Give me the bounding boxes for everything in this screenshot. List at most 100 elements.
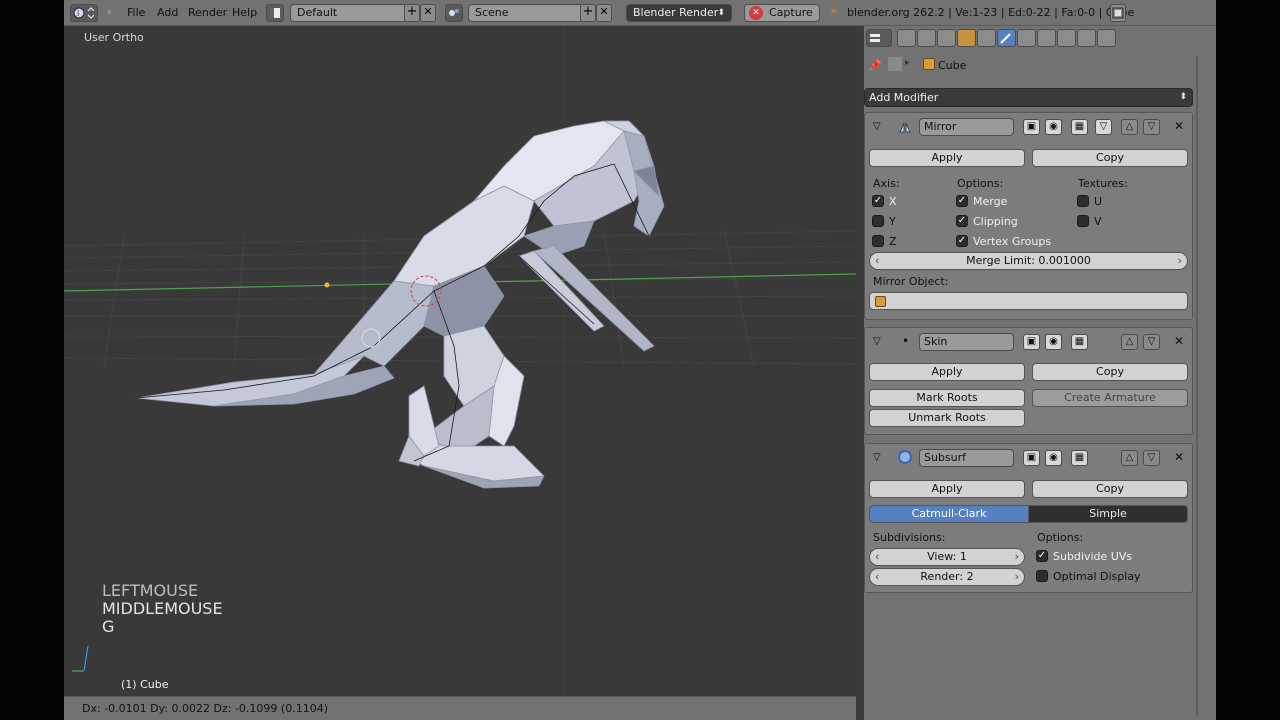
mirror-options-label: Options: <box>957 177 1004 190</box>
tab-scene-icon[interactable] <box>917 29 936 47</box>
svg-text:i: i <box>77 9 79 18</box>
subsurf-viewport-toggle-icon[interactable]: ◉ <box>1045 450 1062 466</box>
mirror-copy-button[interactable]: Copy <box>1032 149 1188 167</box>
subsurf-render-toggle-icon[interactable]: ▣ <box>1023 450 1040 466</box>
mirror-name-field[interactable]: Mirror <box>919 118 1014 136</box>
skin-viewport-toggle-icon[interactable]: ◉ <box>1045 334 1062 350</box>
mirror-merge-limit-field[interactable]: Merge Limit: 0.001000 <box>869 252 1188 270</box>
create-armature-button[interactable]: Create Armature <box>1032 389 1188 407</box>
screen-layout-field[interactable]: Default <box>290 4 408 22</box>
subsurf-modifier-panel: ▽ Subsurf ▣ ◉ ▦ △ ▽ ✕ Apply Copy Catmull… <box>864 443 1193 593</box>
simple-tab[interactable]: Simple <box>1028 505 1188 523</box>
remove-screen-icon[interactable]: ✕ <box>420 4 436 22</box>
capture-record-icon: ✕ <box>749 6 763 20</box>
pin-icon[interactable]: 📌 <box>868 59 882 72</box>
mirror-editmode-toggle-icon[interactable]: ▦ <box>1071 119 1088 135</box>
subsurf-editmode-toggle-icon[interactable]: ▦ <box>1071 450 1088 466</box>
mirror-clipping-checkbox[interactable]: ✓ <box>956 215 968 227</box>
subsurf-name-field[interactable]: Subsurf <box>919 449 1014 467</box>
mirror-vertex-groups-checkbox[interactable]: ✓ <box>956 235 968 247</box>
subdivide-uvs-checkbox[interactable]: ✓ <box>1036 550 1048 562</box>
skin-render-toggle-icon[interactable]: ▣ <box>1023 334 1040 350</box>
render-engine-select[interactable]: Blender Render ⬍ <box>626 4 732 22</box>
unmark-roots-button[interactable]: Unmark Roots <box>869 409 1025 427</box>
mirror-move-up-icon[interactable]: △ <box>1121 119 1138 135</box>
menu-file[interactable]: File <box>127 5 145 21</box>
mirror-object-label: Mirror Object: <box>873 275 949 288</box>
tab-modifiers-icon[interactable] <box>997 29 1016 47</box>
mirror-x-checkbox[interactable]: ✓ <box>872 195 884 207</box>
add-modifier-dropdown[interactable]: Add Modifier ⬍ <box>864 88 1193 107</box>
mirror-vertex-groups-label: Vertex Groups <box>973 235 1052 248</box>
skin-remove-icon[interactable]: ✕ <box>1174 334 1184 348</box>
subsurf-copy-button[interactable]: Copy <box>1032 480 1188 498</box>
mirror-apply-button[interactable]: Apply <box>869 149 1025 167</box>
optimal-display-checkbox[interactable] <box>1036 570 1048 582</box>
tab-world-icon[interactable] <box>937 29 956 47</box>
properties-scrollbar[interactable] <box>1196 56 1198 716</box>
skin-move-up-icon[interactable]: △ <box>1121 334 1138 350</box>
tab-physics-icon[interactable] <box>1097 29 1116 47</box>
mirror-merge-checkbox[interactable]: ✓ <box>956 195 968 207</box>
origin-dot-icon <box>324 282 330 288</box>
add-screen-icon[interactable]: + <box>404 4 420 22</box>
menu-render[interactable]: Render <box>188 5 227 21</box>
skin-name-field[interactable]: Skin <box>919 333 1014 351</box>
mirror-y-checkbox[interactable] <box>872 215 884 227</box>
mirror-v-checkbox[interactable] <box>1077 215 1089 227</box>
capture-button[interactable]: ✕ Capture <box>744 4 820 22</box>
skin-collapse-icon[interactable]: ▽ <box>873 336 881 347</box>
skin-apply-button[interactable]: Apply <box>869 363 1025 381</box>
mirror-remove-icon[interactable]: ✕ <box>1174 119 1184 133</box>
mirror-collapse-icon[interactable]: ▽ <box>873 121 881 132</box>
skin-copy-button[interactable]: Copy <box>1032 363 1188 381</box>
scene-icon[interactable] <box>445 4 463 22</box>
scene-info-text: blender.org 262.2 | Ve:1-23 | Ed:0-22 | … <box>847 6 1135 19</box>
subsurf-move-up-icon[interactable]: △ <box>1121 450 1138 466</box>
subsurf-remove-icon[interactable]: ✕ <box>1174 450 1184 464</box>
tab-particles-icon[interactable] <box>1077 29 1096 47</box>
subsurf-collapse-icon[interactable]: ▽ <box>873 452 881 463</box>
mirror-object-field[interactable] <box>869 292 1188 310</box>
tab-material-icon[interactable] <box>1037 29 1056 47</box>
tab-texture-icon[interactable] <box>1057 29 1076 47</box>
menu-toggle-icon[interactable]: ◦ <box>106 5 113 21</box>
blender-logo-icon: ☀ <box>828 5 840 20</box>
tab-object-icon[interactable] <box>957 29 976 47</box>
subsurf-apply-button[interactable]: Apply <box>869 480 1025 498</box>
properties-editor-type-icon[interactable] <box>866 29 892 47</box>
render-levels-field[interactable]: Render: 2 <box>869 568 1025 586</box>
tab-data-icon[interactable] <box>1017 29 1036 47</box>
mirror-move-down-icon[interactable]: ▽ <box>1143 119 1160 135</box>
view-levels-field[interactable]: View: 1 <box>869 548 1025 566</box>
skin-editmode-toggle-icon[interactable]: ▦ <box>1071 334 1088 350</box>
subdivide-uvs-label: Subdivide UVs <box>1053 550 1133 563</box>
mirror-u-checkbox[interactable] <box>1077 195 1089 207</box>
menu-add[interactable]: Add <box>157 5 178 21</box>
scene-field[interactable]: Scene <box>468 4 583 22</box>
remove-scene-icon[interactable]: ✕ <box>596 4 612 22</box>
skin-move-down-icon[interactable]: ▽ <box>1143 334 1160 350</box>
mirror-cage-toggle-icon[interactable]: ▽ <box>1095 119 1112 135</box>
mark-roots-button[interactable]: Mark Roots <box>869 389 1025 407</box>
dropdown-arrows-icon: ⬍ <box>717 8 725 18</box>
editor-type-icon[interactable]: i <box>70 4 98 22</box>
skin-modifier-icon: • <box>902 334 910 348</box>
subsurf-move-down-icon[interactable]: ▽ <box>1143 450 1160 466</box>
mirror-y-label: Y <box>889 215 896 228</box>
area-divider[interactable] <box>856 26 864 720</box>
mirror-viewport-toggle-icon[interactable]: ◉ <box>1045 119 1062 135</box>
3d-viewport[interactable]: User Ortho LEFTMOUSE MIDDLEMOUSE G (1) C… <box>64 26 856 696</box>
fullscreen-icon[interactable] <box>1110 4 1126 22</box>
optimal-display-label: Optimal Display <box>1053 570 1141 583</box>
tab-constraints-icon[interactable] <box>977 29 996 47</box>
subsurf-options-label: Options: <box>1037 531 1084 544</box>
menu-help[interactable]: Help <box>232 5 257 21</box>
screen-layout-icon[interactable] <box>266 4 284 22</box>
skin-modifier-panel: ▽ • Skin ▣ ◉ ▦ △ ▽ ✕ Apply Copy Mark Roo… <box>864 327 1193 435</box>
tab-render-icon[interactable] <box>897 29 916 47</box>
mirror-render-toggle-icon[interactable]: ▣ <box>1023 119 1040 135</box>
catmull-clark-tab[interactable]: Catmull-Clark <box>869 505 1029 523</box>
add-scene-icon[interactable]: + <box>580 4 596 22</box>
mirror-z-checkbox[interactable] <box>872 235 884 247</box>
